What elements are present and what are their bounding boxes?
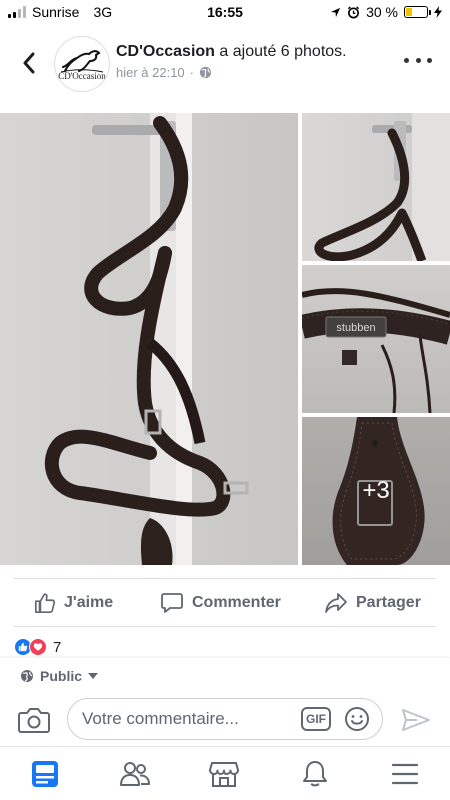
emoji-button[interactable] [344,706,370,732]
comment-box[interactable]: GIF [67,698,383,740]
tab-menu[interactable] [388,757,422,791]
camera-icon [18,708,50,733]
news-feed-icon [32,761,58,787]
divider [14,626,436,627]
back-button[interactable] [14,48,44,78]
share-label: Partager [356,594,421,611]
privacy-selector[interactable]: Public [20,668,99,684]
thumbs-up-icon [35,593,56,613]
comment-icon [161,593,183,613]
battery-percent: 30 % [366,4,398,20]
emoji-icon [345,707,369,731]
post-header: CD'Occasion CD'Occasion a ajouté 6 photo… [0,30,450,106]
battery-icon [404,6,431,18]
meta-separator: · [189,65,195,80]
share-button[interactable]: Partager [324,584,421,622]
comment-button[interactable]: Commenter [160,584,281,622]
alarm-icon [347,5,360,18]
comment-label: Commenter [192,594,281,611]
page-avatar[interactable]: CD'Occasion [54,36,110,92]
post-action-text: a ajouté 6 photos. [214,43,347,60]
tab-news-feed[interactable] [28,757,62,791]
post-title: CD'Occasion a ajouté 6 photos. [116,42,347,62]
page-name-link[interactable]: CD'Occasion [116,43,215,60]
send-button[interactable] [401,708,431,732]
photo-1[interactable] [0,113,298,565]
like-label: J'aime [64,594,114,611]
post-timestamp[interactable]: hier à 22:10 [116,65,185,80]
bridle-photo-2 [314,113,450,261]
bottom-tab-bar [0,746,450,800]
comment-composer: Public GIF [0,658,450,746]
photo-2[interactable] [302,113,450,261]
chevron-left-icon [23,52,35,74]
like-button[interactable]: J'aime [34,584,113,622]
bridle-photo-3: stubben [302,288,450,413]
photo-3[interactable]: stubben [302,265,450,413]
dot-icon [415,57,421,63]
photo-grid: stubben +3 [0,113,450,565]
more-options-button[interactable] [404,50,432,70]
bridle-photo-main [44,113,249,565]
photo-4[interactable]: +3 [302,417,450,565]
love-reaction-icon [29,638,47,656]
status-right: 30 % [330,4,442,20]
tab-friends[interactable] [118,757,152,791]
caret-down-icon [88,673,99,679]
charging-icon [434,6,442,18]
globe-icon [21,670,33,682]
tab-marketplace[interactable] [207,757,241,791]
send-icon [402,709,430,731]
post-actions: J'aime Commenter Partager [0,584,450,622]
brand-plate-text: stubben [336,322,375,334]
comment-input[interactable] [82,699,292,739]
marketplace-icon [209,762,239,787]
dot-icon [427,57,432,63]
post-meta: hier à 22:10 · [116,65,212,80]
avatar-logo-text: CD'Occasion [58,71,106,81]
location-icon [330,7,341,17]
friends-icon [120,762,150,786]
reactions-summary[interactable]: 7 [14,638,61,656]
gif-button[interactable]: GIF [301,707,331,731]
battery-level [406,8,412,16]
status-bar: Sunrise 3G 16:55 30 % [0,0,450,26]
globe-icon [199,66,212,79]
tab-notifications[interactable] [298,757,332,791]
camera-button[interactable] [18,706,50,734]
dot-icon [404,57,409,63]
reaction-count: 7 [53,638,62,656]
share-icon [325,593,347,613]
menu-icon [391,763,419,785]
more-photos-overlay[interactable]: +3 [302,417,450,565]
notifications-icon [303,761,327,787]
privacy-label: Public [40,668,83,684]
divider [14,578,436,579]
